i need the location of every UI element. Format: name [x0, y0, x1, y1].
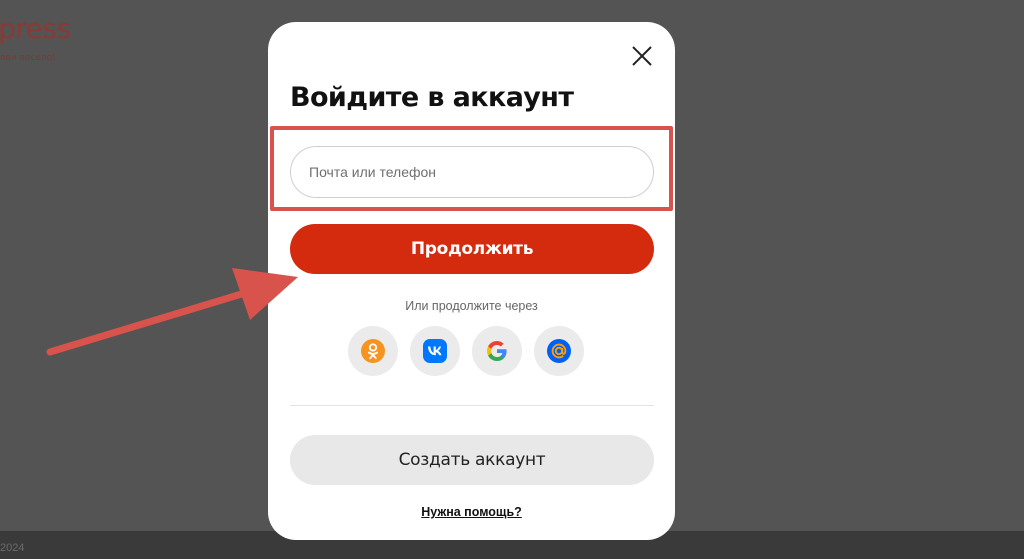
or-continue-with-label: Или продолжите через: [405, 299, 538, 313]
divider: [290, 405, 654, 406]
email-or-phone-input[interactable]: [290, 146, 654, 198]
help-link[interactable]: Нужна помощь?: [421, 505, 522, 519]
mailru-button[interactable]: [534, 326, 584, 376]
vk-button[interactable]: [410, 326, 460, 376]
odnoklassniki-button[interactable]: [348, 326, 398, 376]
google-button[interactable]: [472, 326, 522, 376]
background-logo: press: [0, 12, 71, 45]
close-button[interactable]: [628, 42, 656, 70]
vk-icon: [423, 339, 447, 363]
login-modal: Войдите в аккаунт Продолжить Или продолж…: [268, 22, 675, 540]
google-icon: [487, 341, 507, 361]
create-account-button[interactable]: Создать аккаунт: [290, 435, 654, 485]
social-login-row: [348, 326, 596, 376]
login-field-wrapper: [290, 146, 654, 198]
continue-button[interactable]: Продолжить: [290, 224, 654, 274]
footer-year: 2024: [0, 542, 25, 554]
help-link-wrapper: Нужна помощь?: [268, 503, 675, 521]
odnoklassniki-icon: [361, 339, 385, 363]
close-icon: [632, 46, 652, 66]
mailru-icon: [547, 339, 571, 363]
modal-title: Войдите в аккаунт: [290, 82, 574, 113]
background-tagline: ови весело!: [0, 53, 56, 63]
